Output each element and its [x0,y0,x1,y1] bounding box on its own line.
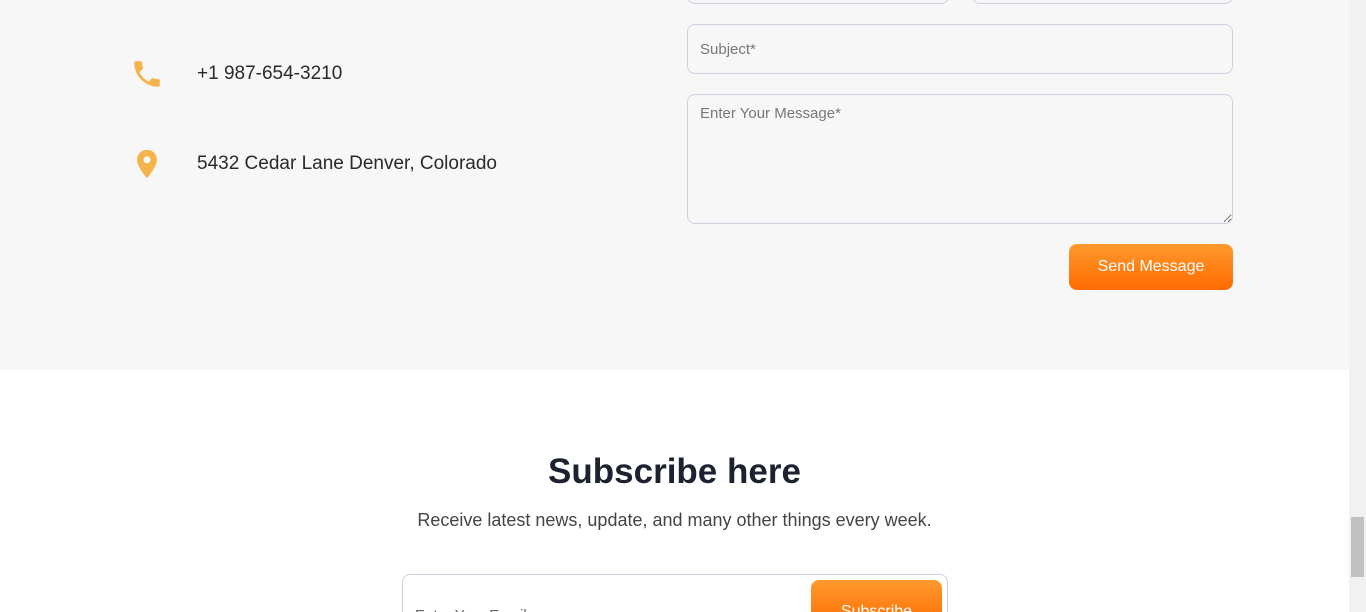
scrollbar-thumb[interactable] [1351,517,1364,577]
contact-phone-row: +1 987-654-3210 [130,57,342,91]
subscribe-form: Subscribe [402,574,948,612]
phone-icon [130,57,164,91]
email-field-partial[interactable] [972,0,1233,4]
contact-section: +1 987-654-3210 5432 Cedar Lane Denver, … [0,0,1349,370]
map-pin-icon [130,147,164,181]
message-textarea[interactable] [687,94,1233,224]
subject-input[interactable] [687,24,1233,74]
subscribe-button[interactable]: Subscribe [811,580,942,612]
subscribe-title: Subscribe here [548,452,801,491]
contact-address-row: 5432 Cedar Lane Denver, Colorado [130,147,497,181]
page-scrollbar[interactable] [1349,0,1366,612]
subscribe-email-input[interactable] [403,575,803,612]
name-field-partial[interactable] [687,0,949,4]
send-message-button[interactable]: Send Message [1069,244,1233,290]
contact-phone-text: +1 987-654-3210 [197,63,343,84]
subscribe-subtitle: Receive latest news, update, and many ot… [417,510,932,530]
contact-address-text: 5432 Cedar Lane Denver, Colorado [197,153,497,174]
